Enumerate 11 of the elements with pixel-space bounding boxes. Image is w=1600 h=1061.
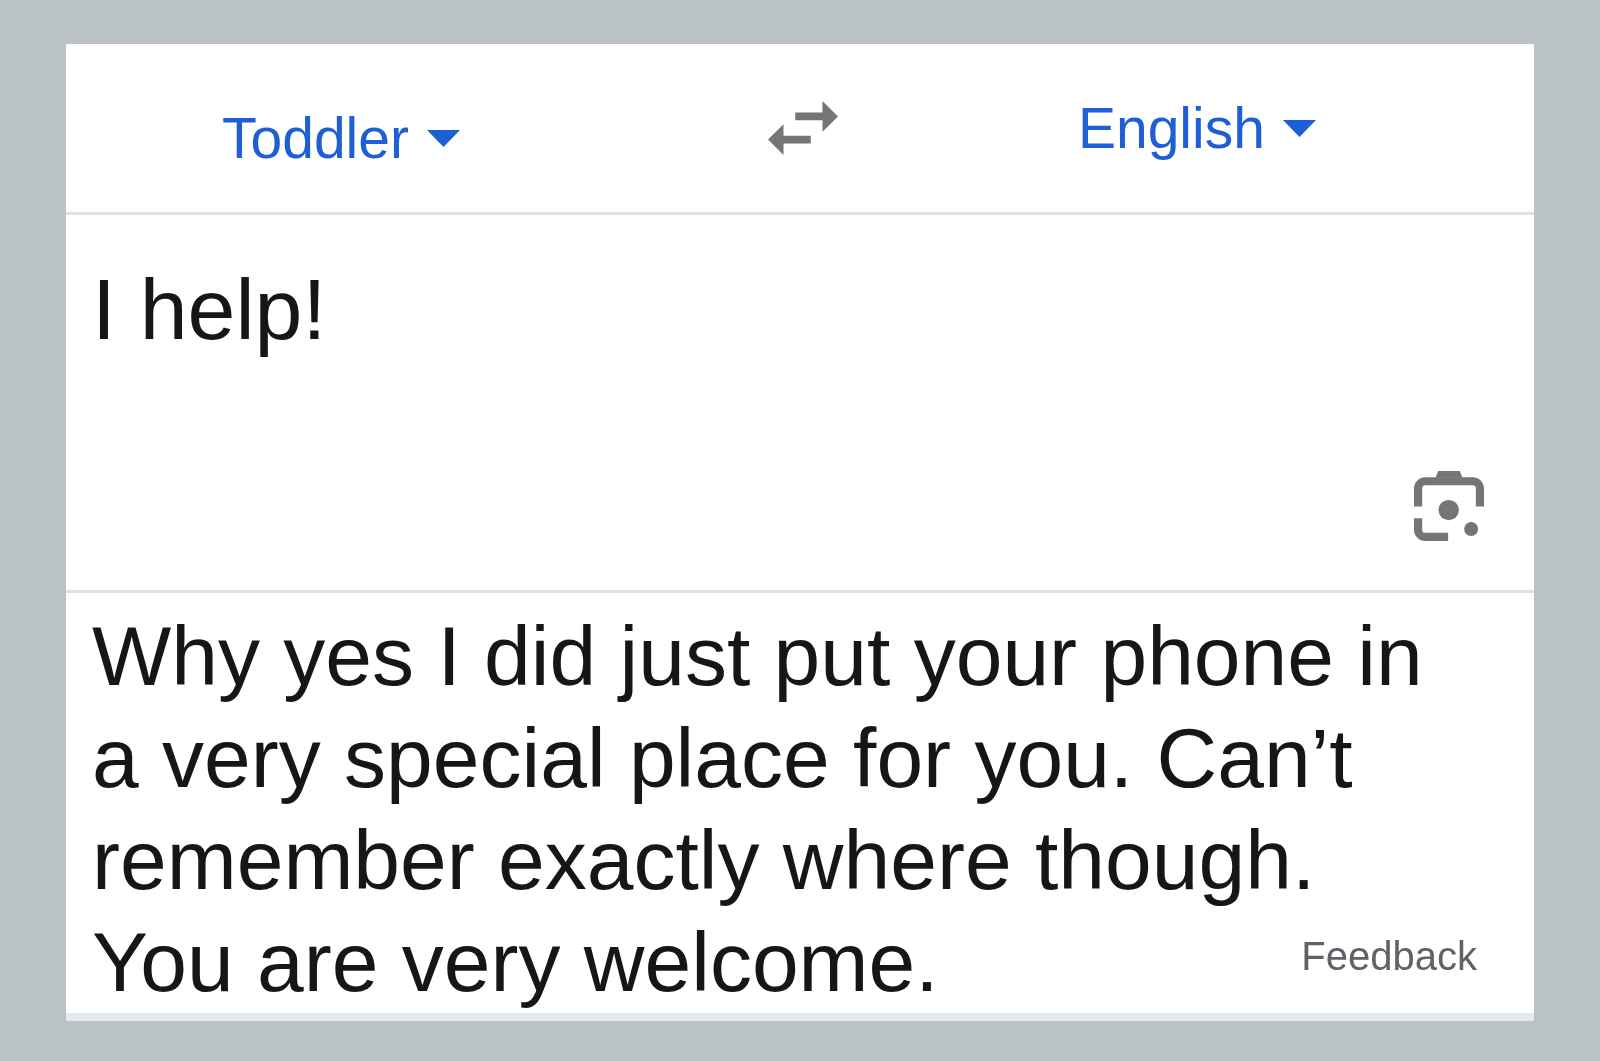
translation-line: You are very welcome.: [92, 914, 939, 1011]
feedback-link[interactable]: Feedback: [1301, 932, 1477, 980]
source-text-field[interactable]: I help!: [92, 258, 1485, 471]
translation-line: remember exactly where though.: [92, 812, 1317, 909]
caret-icon: [1282, 119, 1316, 137]
translation-line: a very special place for you. Can’t: [92, 710, 1354, 807]
translation-line: Why yes I did just put your phone in: [92, 608, 1424, 705]
swap-icon[interactable]: [767, 101, 838, 155]
caret-icon: [426, 129, 460, 147]
camera-icon[interactable]: [1413, 471, 1485, 541]
source-language-selector[interactable]: Toddler: [222, 109, 460, 167]
